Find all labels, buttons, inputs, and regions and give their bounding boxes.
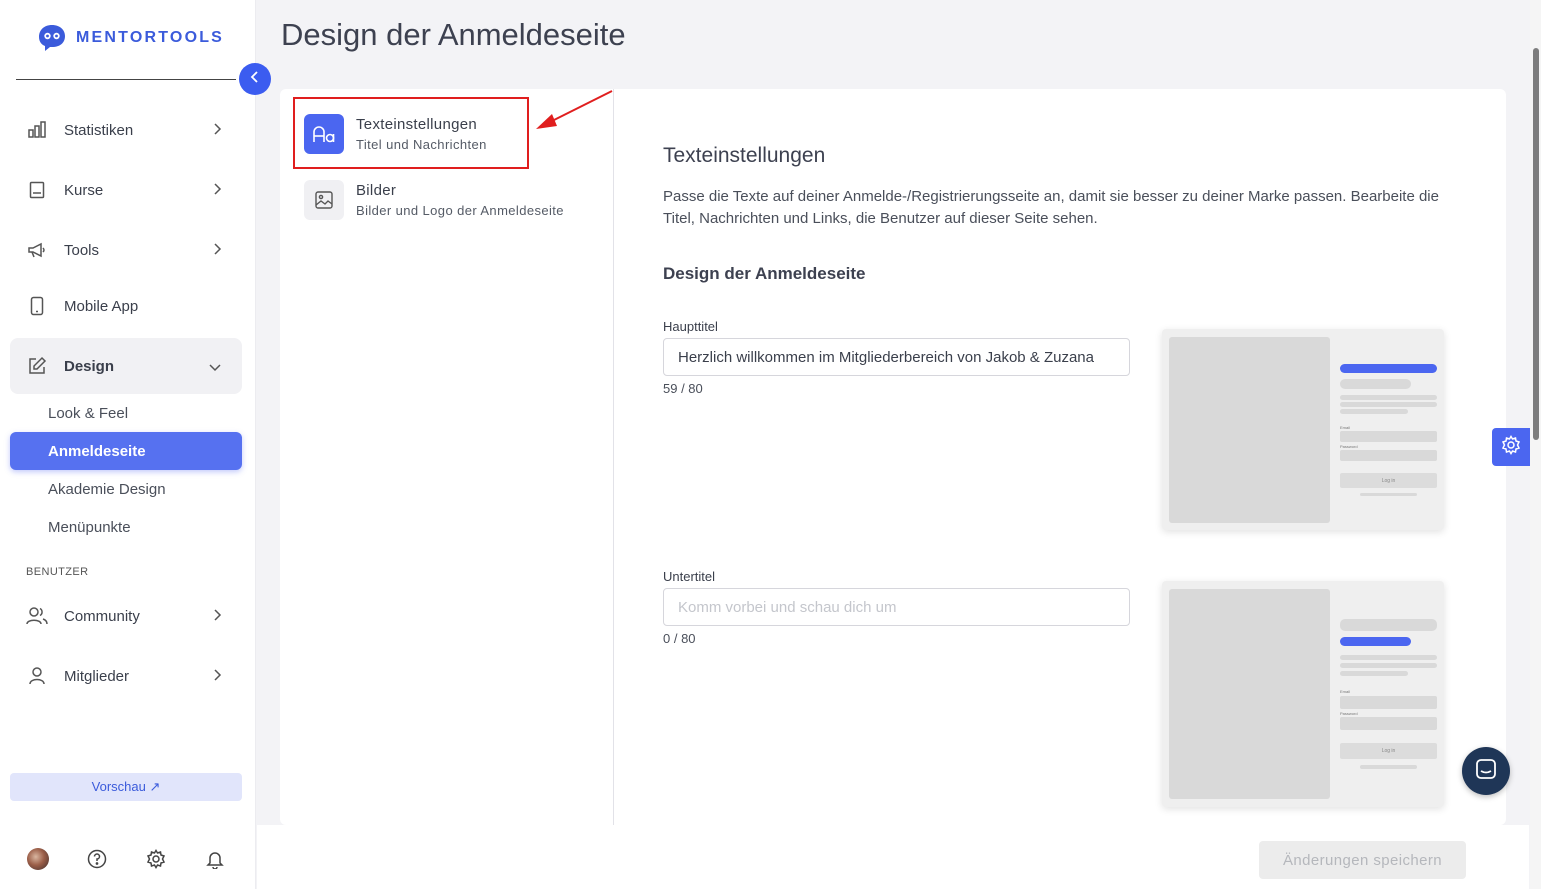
chat-launcher-button[interactable] — [1462, 747, 1510, 795]
sidebar-item-label: Tools — [64, 241, 100, 259]
brand-name: MENTORTOOLS — [76, 29, 225, 46]
chevron-right-icon — [212, 122, 222, 140]
preview-text-line — [1340, 663, 1437, 668]
preview-image-placeholder — [1169, 337, 1330, 523]
preview-subtitle-bar — [1340, 637, 1411, 646]
preview-text-line — [1340, 395, 1437, 400]
chevron-down-icon — [208, 360, 222, 377]
chevron-left-icon — [250, 70, 260, 89]
preview-text-line — [1340, 671, 1408, 676]
bell-icon[interactable] — [204, 848, 226, 870]
preview-password-label: Password — [1340, 444, 1358, 449]
main-title-counter: 59 / 80 — [663, 381, 703, 396]
chevron-right-icon — [212, 242, 222, 260]
logo-divider — [16, 79, 236, 80]
tab-title: Bilder — [356, 182, 397, 199]
preview-email-input — [1340, 696, 1437, 709]
image-icon — [304, 180, 344, 220]
section-title: Texteinstellungen — [663, 144, 826, 167]
sidebar-item-tools[interactable]: Tools — [10, 222, 242, 278]
preview-footer-line — [1360, 765, 1417, 769]
preview-login-button: Log in — [1340, 743, 1437, 759]
sidebar-item-mitglieder[interactable]: Mitglieder — [10, 648, 242, 704]
chevron-right-icon — [212, 608, 222, 626]
sidebar: MENTORTOOLS Statistiken Kurse Tools Mobi… — [0, 0, 256, 889]
card-divider — [613, 89, 614, 825]
preview-password-input — [1340, 450, 1437, 461]
section-label-benutzer: BENUTZER — [26, 566, 89, 578]
mentortools-logo-icon — [36, 22, 68, 54]
sidebar-item-kurse[interactable]: Kurse — [10, 162, 242, 218]
sidebar-item-community[interactable]: Community — [10, 588, 242, 644]
page-scrollbar[interactable] — [1530, 0, 1541, 889]
bar-chart-icon — [26, 119, 48, 141]
preview-subtitle-bar — [1340, 379, 1411, 389]
sidebar-item-label: Statistiken — [64, 121, 134, 139]
sidebar-footer — [0, 840, 256, 876]
annotation-highlight-box — [293, 97, 529, 169]
preview-email-label: Email — [1340, 689, 1351, 694]
book-icon — [26, 179, 48, 201]
floating-settings-button[interactable] — [1492, 428, 1530, 466]
preview-title-bar — [1340, 619, 1437, 631]
brand-logo[interactable]: MENTORTOOLS — [36, 22, 224, 54]
sidebar-item-label: Mobile App — [64, 297, 139, 315]
subtitle-input[interactable]: Komm vorbei und schau dich um — [663, 588, 1130, 626]
sidebar-subitem-look-feel[interactable]: Look & Feel — [10, 394, 242, 432]
subsection-title: Design der Anmeldeseite — [663, 264, 866, 283]
edit-icon — [26, 355, 48, 377]
users-icon — [26, 605, 48, 627]
chevron-right-icon — [212, 668, 222, 686]
preview-email-input — [1340, 431, 1437, 442]
login-preview-subtitle: Email Password Log in — [1162, 581, 1444, 807]
megaphone-icon — [26, 239, 48, 261]
page-title: Design der Anmeldeseite — [281, 17, 626, 52]
sidebar-subitem-menuepunkte[interactable]: Menüpunkte — [10, 508, 242, 546]
save-changes-button[interactable]: Änderungen speichern — [1259, 841, 1466, 879]
tab-subtitle: Bilder und Logo der Anmeldeseite — [356, 203, 564, 218]
preview-button[interactable]: Vorschau ↗ — [10, 773, 242, 801]
collapse-sidebar-button[interactable] — [239, 63, 271, 95]
mobile-icon — [26, 295, 48, 317]
preview-login-button: Log in — [1340, 473, 1437, 488]
preview-password-label: Password — [1340, 711, 1358, 716]
sidebar-item-label: Design — [64, 357, 115, 375]
scrollbar-thumb[interactable] — [1533, 48, 1539, 440]
help-icon[interactable] — [86, 848, 108, 870]
preview-title-bar — [1340, 364, 1437, 373]
gear-icon — [1501, 434, 1521, 460]
sidebar-subitem-akademie-design[interactable]: Akademie Design — [10, 470, 242, 508]
annotation-arrow-icon — [536, 90, 613, 129]
chevron-right-icon — [212, 182, 222, 200]
preview-password-input — [1340, 717, 1437, 730]
login-preview-main-title: Email Password Log in — [1162, 329, 1444, 530]
preview-email-label: Email — [1340, 425, 1351, 430]
preview-text-line — [1340, 402, 1437, 407]
gear-icon[interactable] — [145, 848, 167, 870]
sidebar-item-statistiken[interactable]: Statistiken — [10, 102, 242, 158]
subtitle-counter: 0 / 80 — [663, 631, 696, 646]
sidebar-item-design[interactable]: Design — [10, 338, 242, 394]
preview-text-line — [1340, 655, 1437, 660]
chat-icon — [1475, 758, 1497, 785]
preview-image-placeholder — [1169, 589, 1330, 799]
sidebar-item-mobile-app[interactable]: Mobile App — [10, 278, 242, 334]
section-description: Passe die Texte auf deiner Anmelde-/Regi… — [663, 188, 1439, 227]
main-title-label: Haupttitel — [663, 319, 718, 334]
preview-text-line — [1340, 409, 1408, 414]
user-icon — [26, 665, 48, 687]
main-title-input[interactable]: Herzlich willkommen im Mitgliederbereich… — [663, 338, 1130, 376]
preview-footer-line — [1360, 493, 1417, 496]
sidebar-item-label: Kurse — [64, 181, 104, 199]
sidebar-item-label: Mitglieder — [64, 667, 130, 685]
sidebar-item-label: Community — [64, 607, 140, 625]
sidebar-subitem-anmeldeseite[interactable]: Anmeldeseite — [10, 432, 242, 470]
tab-bilder[interactable]: Bilder Bilder und Logo der Anmeldeseite — [304, 172, 604, 228]
subtitle-label: Untertitel — [663, 569, 716, 584]
